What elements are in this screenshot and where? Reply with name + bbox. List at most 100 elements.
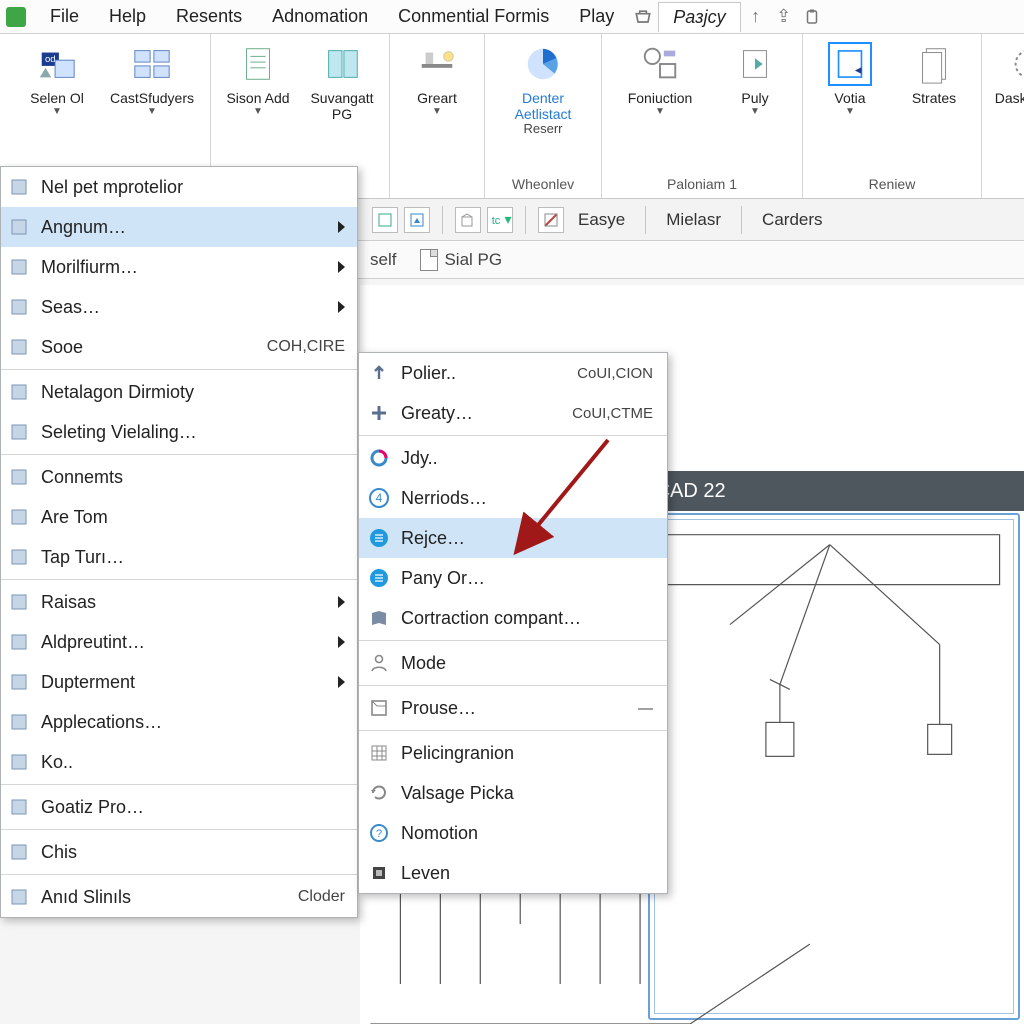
- toolbar-carders[interactable]: Carders: [754, 208, 830, 232]
- menu-item[interactable]: Tap Turı…: [1, 537, 357, 577]
- menu-item[interactable]: Morilfiurm…: [1, 247, 357, 287]
- tool-icon-1[interactable]: [372, 207, 398, 233]
- menu-item[interactable]: Applecations…: [1, 702, 357, 742]
- submenu-item-label: Rejce…: [401, 528, 653, 549]
- menu-item-icon: [7, 750, 31, 774]
- submenu-item[interactable]: Prouse…—: [359, 688, 667, 728]
- submenu: Polier..CoUI,CIONGreaty…CoUI,CTME Jdy..4N…: [358, 352, 668, 894]
- doc-tab-sial[interactable]: Sial PG: [420, 249, 502, 271]
- page-icon: [367, 696, 391, 720]
- submenu-item[interactable]: Pelicingranion: [359, 733, 667, 773]
- chevron-down-icon: ▼: [253, 106, 263, 118]
- menu-play[interactable]: Play: [565, 2, 628, 31]
- ribbon-group-label: Paloniam 1: [610, 172, 794, 198]
- clipboard-icon[interactable]: [799, 4, 825, 30]
- submenu-item-shortcut: —: [638, 700, 653, 717]
- menu-item[interactable]: Nel pet mprotelior: [1, 167, 357, 207]
- ribbon-btn-puly[interactable]: Puly ▼: [716, 40, 794, 120]
- ribbon-btn-greart[interactable]: Greart ▼: [398, 40, 476, 120]
- tool-icon-2[interactable]: [404, 207, 430, 233]
- tool-icon-5[interactable]: [538, 207, 564, 233]
- tab-label: Sial PG: [444, 250, 502, 270]
- toolbar-easye[interactable]: Easye: [570, 208, 633, 232]
- ribbon-btn-selen[interactable]: od Selen Ol ▼: [18, 40, 96, 120]
- shopping-icon[interactable]: [630, 4, 656, 30]
- disc-blue-icon: [367, 566, 391, 590]
- submenu-item[interactable]: Valsage Picka: [359, 773, 667, 813]
- menu-item[interactable]: Connemts: [1, 457, 357, 497]
- ribbon-label: Foniuction: [628, 90, 693, 106]
- menu-resents[interactable]: Resents: [162, 2, 256, 31]
- menu-item-label: Anıd Slinıls: [41, 887, 288, 908]
- menu-item[interactable]: Chis: [1, 832, 357, 872]
- ribbon-btn-dask[interactable]: Dask Diser: [990, 40, 1024, 108]
- ribbon-btn-castsfudyers[interactable]: CastSfudyers ▼: [102, 40, 202, 120]
- menu-item[interactable]: Angnum…: [1, 207, 357, 247]
- submenu-item[interactable]: Pany Or…: [359, 558, 667, 598]
- menu-item[interactable]: Anıd SlinılsCloder: [1, 877, 357, 917]
- menu-item[interactable]: Goatiz Pro…: [1, 787, 357, 827]
- submenu-item[interactable]: Polier..CoUI,CION: [359, 353, 667, 393]
- ribbon-btn-strates[interactable]: Strates: [895, 40, 973, 108]
- document-icon: [420, 249, 438, 271]
- tool-icon-4[interactable]: tc▾: [487, 207, 513, 233]
- submenu-item[interactable]: Leven: [359, 853, 667, 893]
- menu-item-icon: [7, 590, 31, 614]
- ribbon-btn-votia[interactable]: Votia ▼: [811, 40, 889, 120]
- menu-item[interactable]: Dupterment: [1, 662, 357, 702]
- menu-item[interactable]: Raisas: [1, 582, 357, 622]
- menu-item-icon: [7, 795, 31, 819]
- menu-item[interactable]: SooeCOH,CIRE: [1, 327, 357, 367]
- strates-icon: [912, 42, 956, 86]
- submenu-item-shortcut: CoUI,CTME: [572, 405, 653, 422]
- submenu-item[interactable]: 4Nerriods…: [359, 478, 667, 518]
- ribbon-label: Dask Diser: [995, 90, 1024, 106]
- menu-item-icon: [7, 885, 31, 909]
- menu-item-label: Seleting Vielaling…: [41, 422, 345, 443]
- ribbon-tab-active[interactable]: Paзjcy: [658, 2, 740, 32]
- menu-item-icon: [7, 670, 31, 694]
- menu-help[interactable]: Help: [95, 2, 160, 31]
- ribbon-btn-denter[interactable]: Denter Aetlistact Reserr: [493, 40, 593, 139]
- submenu-item[interactable]: ?Nomotion: [359, 813, 667, 853]
- menu-item[interactable]: Aldpreutint…: [1, 622, 357, 662]
- menu-separator: [359, 435, 667, 436]
- share-icon[interactable]: ⇪: [771, 4, 797, 30]
- menu-item-icon: [7, 380, 31, 404]
- arrow-up-icon[interactable]: ↑: [743, 4, 769, 30]
- menu-item[interactable]: Seleting Vielaling…: [1, 412, 357, 452]
- menu-item[interactable]: Netalagon Dirmioty: [1, 372, 357, 412]
- menu-adnomation[interactable]: Adnomation: [258, 2, 382, 31]
- menu-item-label: Netalagon Dirmioty: [41, 382, 345, 403]
- menu-separator: [359, 640, 667, 641]
- main-dropdown-menu: Nel pet mproteliorAngnum… Morilfiurm… Seas…: [0, 166, 358, 918]
- menu-item[interactable]: Seas…: [1, 287, 357, 327]
- menu-item-label: Tap Turı…: [41, 547, 345, 568]
- menu-item-label: Chis: [41, 842, 345, 863]
- menu-item-label: Morilfiurm…: [41, 257, 328, 278]
- submenu-item[interactable]: Mode: [359, 643, 667, 683]
- menu-item-icon: [7, 335, 31, 359]
- menu-item[interactable]: Are Tom: [1, 497, 357, 537]
- menu-file[interactable]: File: [36, 2, 93, 31]
- submenu-item[interactable]: Greaty…CoUI,CTME: [359, 393, 667, 433]
- chevron-down-icon: ▼: [845, 106, 855, 118]
- menu-item-label: Sooe: [41, 337, 257, 358]
- menu-conmential[interactable]: Conmential Formis: [384, 2, 563, 31]
- submenu-item[interactable]: Jdy..: [359, 438, 667, 478]
- doc-tab-self[interactable]: self: [370, 250, 396, 270]
- ribbon-btn-foniuction[interactable]: Foniuction ▼: [610, 40, 710, 120]
- ribbon-btn-sison[interactable]: Sison Add ▼: [219, 40, 297, 120]
- menu-item-icon: [7, 420, 31, 444]
- submenu-item[interactable]: Rejce…: [359, 518, 667, 558]
- submenu-arrow-icon: [338, 636, 345, 648]
- menu-separator: [1, 874, 357, 875]
- submenu-arrow-icon: [338, 676, 345, 688]
- toolbar-mielasr[interactable]: Mielasr: [658, 208, 729, 232]
- menu-item[interactable]: Ko..: [1, 742, 357, 782]
- ribbon-btn-suvangatt[interactable]: Suvangatt PG: [303, 40, 381, 124]
- submenu-item[interactable]: Cortraction compant…: [359, 598, 667, 638]
- tool-icon-3[interactable]: [455, 207, 481, 233]
- ribbon-group-label: [398, 172, 476, 198]
- ribbon-group-label: Wheonlev: [493, 172, 593, 198]
